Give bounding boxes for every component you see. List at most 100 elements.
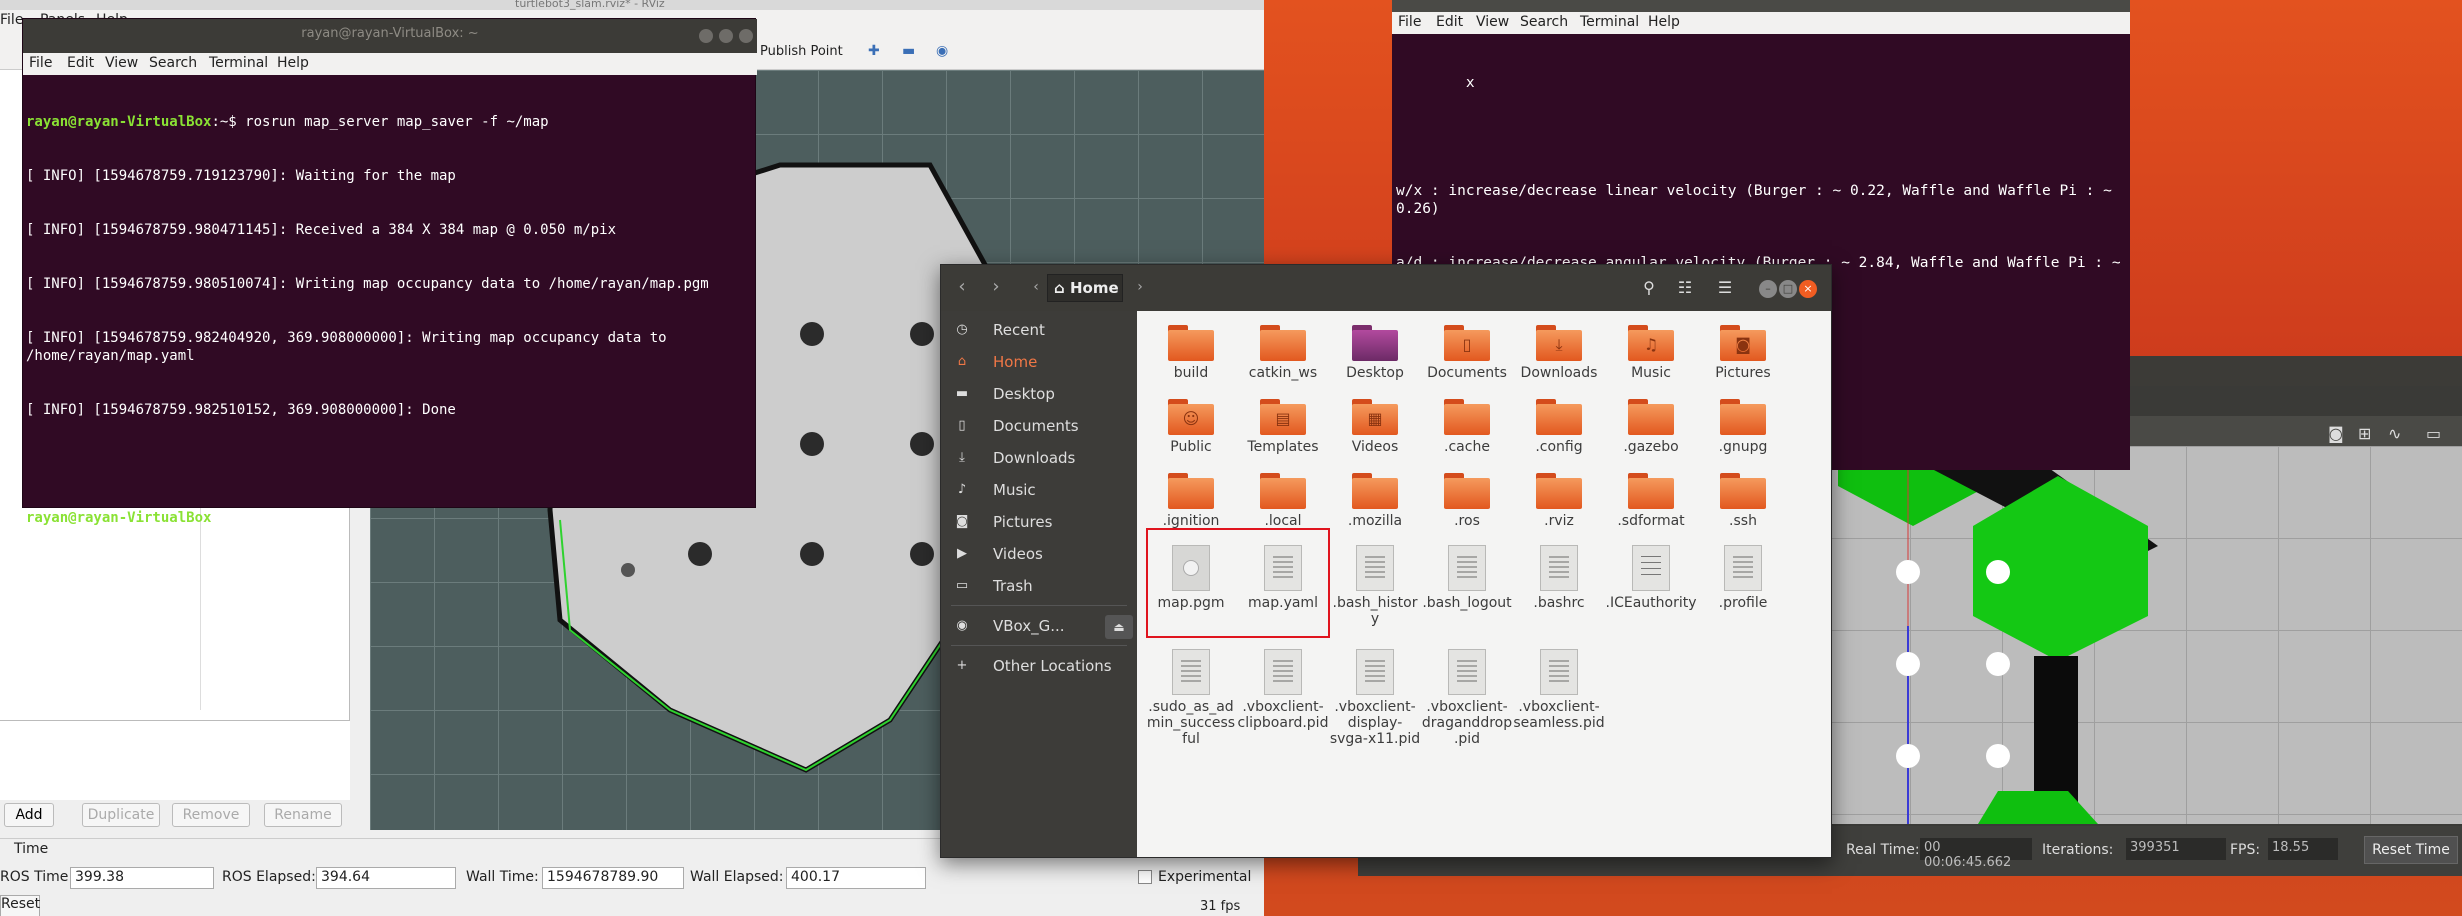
terminal-line: [ INFO] [1594678759.982404920, 369.90800… [26,330,676,364]
sidebar-item-label: Music [993,481,1036,499]
plot-icon[interactable]: ∿ [2388,424,2401,443]
screenshot-icon[interactable]: ◙ [2328,424,2344,443]
terminal-line: [ INFO] [1594678759.719123790]: Waiting … [26,168,456,184]
path-home-button[interactable]: ⌂ Home [1047,274,1123,302]
file-item[interactable]: .ICEauthority [1605,545,1697,611]
rename-display-button[interactable]: Rename [264,803,342,827]
file-item[interactable]: .ignition [1145,473,1237,529]
file-item[interactable]: .mozilla [1329,473,1421,529]
back-icon[interactable]: ‹ [947,273,977,301]
trash-icon: ▭ [955,578,969,593]
file-item[interactable]: .vboxclient-display-svga-x11.pid [1329,649,1421,747]
file-item[interactable]: ♫ Music [1605,325,1697,381]
menu-terminal[interactable]: Terminal [1580,14,1639,30]
folder-icon [1168,473,1214,509]
file-item[interactable]: .local [1237,473,1329,529]
log-icon[interactable]: ⊞ [2358,424,2371,443]
maximize-icon[interactable]: □ [1779,280,1797,298]
sidebar-item-desktop[interactable]: ▬ Desktop [941,379,1137,409]
file-item[interactable]: ⤓ Downloads [1513,325,1605,381]
sidebar-item-label: VBox_G... [993,617,1065,635]
file-item[interactable]: .rviz [1513,473,1605,529]
menu-help[interactable]: Help [277,55,309,71]
terminal-cursor [245,510,255,526]
minimize-icon[interactable]: – [1759,280,1777,298]
sidebar-item-music[interactable]: ♪ Music [941,475,1137,505]
search-icon[interactable]: ⚲ [1633,274,1665,302]
menu-file[interactable]: File [1398,14,1421,30]
file-item[interactable]: ◙ Pictures [1697,325,1789,381]
publish-point-button[interactable]: Publish Point [760,44,843,59]
minimize-icon[interactable] [699,29,713,43]
rviz-menu-file[interactable]: File [0,12,23,28]
menu-edit[interactable]: Edit [1436,14,1463,30]
map-saver-terminal[interactable]: rayan@rayan-VirtualBox: ~ File Edit View… [22,18,757,526]
sidebar-item-recent[interactable]: ◷ Recent [941,315,1137,345]
file-item[interactable]: .cache [1421,399,1513,455]
ros-elapsed-value: 394.64 [316,867,456,889]
sidebar-item-videos[interactable]: ▶ Videos [941,539,1137,569]
file-item[interactable]: .sdformat [1605,473,1697,529]
sidebar-item-pictures[interactable]: ◙ Pictures [941,507,1137,537]
file-item[interactable]: .vboxclient-draganddrop.pid [1421,649,1513,747]
add-display-button[interactable]: Add [4,803,54,827]
file-item[interactable]: ☺ Public [1145,399,1237,455]
sidebar-item-documents[interactable]: ▯ Documents [941,411,1137,441]
menu-search[interactable]: Search [1520,14,1568,30]
file-item[interactable]: .gnupg [1697,399,1789,455]
eject-icon[interactable]: ⏏ [1105,615,1133,639]
duplicate-display-button[interactable]: Duplicate [82,803,160,827]
menu-icon[interactable]: ☰ [1709,274,1741,302]
file-item[interactable]: .bash_logout [1421,545,1513,611]
file-item[interactable]: .config [1513,399,1605,455]
file-item[interactable]: .gazebo [1605,399,1697,455]
file-name: .bash_history [1332,595,1418,627]
file-item[interactable]: ▤ Templates [1237,399,1329,455]
file-item[interactable]: ▯ Documents [1421,325,1513,381]
close-icon[interactable]: × [1799,280,1817,298]
file-item[interactable]: .bash_history [1329,545,1421,627]
view-toggle-icon[interactable]: ☷ [1669,274,1701,302]
remove-display-button[interactable]: Remove [172,803,250,827]
menu-edit[interactable]: Edit [67,55,94,71]
sidebar-item-other-locations[interactable]: + Other Locations [941,651,1137,681]
file-item[interactable]: .sudo_as_admin_successful [1145,649,1237,747]
menu-terminal[interactable]: Terminal [209,55,268,71]
robot-marker [621,563,635,577]
path-right-icon[interactable]: › [1125,273,1155,301]
file-item[interactable]: .profile [1697,545,1789,611]
file-item[interactable]: .ros [1421,473,1513,529]
menu-search[interactable]: Search [149,55,197,71]
file-item[interactable]: Desktop [1329,325,1421,381]
sidebar-item-vbox[interactable]: ◉ VBox_G... ⏏ [941,611,1137,641]
menu-view[interactable]: View [105,55,138,71]
video-record-icon[interactable]: ▭ [2426,424,2441,443]
plus-icon[interactable]: ✚ [868,44,882,58]
file-item[interactable]: catkin_ws [1237,325,1329,381]
experimental-checkbox[interactable] [1138,870,1152,884]
public-folder-icon: ☺ [1168,399,1214,435]
file-item[interactable]: .ssh [1697,473,1789,529]
terminal-line: [ INFO] [1594678759.980471145]: Received… [26,222,617,238]
file-item[interactable]: .bashrc [1513,545,1605,611]
reset-button[interactable]: Reset [0,895,40,916]
file-item[interactable]: .vboxclient-seamless.pid [1513,649,1605,731]
camera-view-icon[interactable]: ◉ [936,44,950,58]
sidebar-item-home[interactable]: ⌂ Home [941,347,1137,377]
documents-folder-icon: ▯ [1444,325,1490,361]
sidebar-item-trash[interactable]: ▭ Trash [941,571,1137,601]
close-icon[interactable] [739,29,753,43]
text-file-icon [1356,545,1394,591]
file-item[interactable]: build [1145,325,1237,381]
sidebar-item-label: Home [993,353,1038,371]
minus-icon[interactable]: ▬ [902,44,916,58]
forward-icon[interactable]: › [981,273,1011,301]
menu-file[interactable]: File [29,55,52,71]
menu-help[interactable]: Help [1648,14,1680,30]
reset-time-button[interactable]: Reset Time [2364,836,2458,864]
file-item[interactable]: .vboxclient-clipboard.pid [1237,649,1329,731]
sidebar-item-downloads[interactable]: ⤓ Downloads [941,443,1137,473]
file-item[interactable]: ▦ Videos [1329,399,1421,455]
maximize-icon[interactable] [719,29,733,43]
menu-view[interactable]: View [1476,14,1509,30]
